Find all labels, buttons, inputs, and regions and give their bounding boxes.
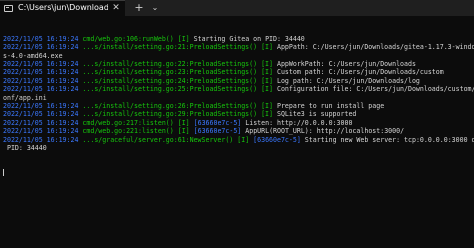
title-bar: C:\Users\jun\Downloads\g ✕ + ⌄ bbox=[0, 0, 474, 16]
log-line: 2022/11/05 16:19:24 ...s/install/setting… bbox=[3, 110, 471, 118]
log-source: ...s/install/setting.go:26:PreloadSettin… bbox=[82, 101, 258, 110]
log-source: ...s/install/setting.go:29:PreloadSettin… bbox=[82, 110, 258, 119]
log-timestamp: 2022/11/05 16:19:24 bbox=[3, 110, 79, 119]
console-output[interactable]: 2022/11/05 16:19:24 cmd/web.go:106:runWe… bbox=[3, 18, 474, 194]
log-request-id: [63660e7c-5] bbox=[193, 118, 242, 127]
log-message: PID: 34440 bbox=[3, 143, 47, 152]
terminal-window: C:\Users\jun\Downloads\g ✕ + ⌄ 2022/11/0… bbox=[0, 0, 474, 248]
log-line: 2022/11/05 16:19:24 ...s/install/setting… bbox=[3, 77, 471, 85]
log-level: [I] bbox=[261, 101, 273, 110]
log-timestamp: 2022/11/05 16:19:24 bbox=[3, 85, 79, 94]
tab-title: C:\Users\jun\Downloads\g bbox=[18, 3, 108, 12]
log-level: [I] bbox=[261, 76, 273, 85]
log-source: cmd/web.go:217:listen() bbox=[82, 118, 174, 127]
log-line-continuation: onf/app.ini bbox=[3, 94, 471, 102]
log-message: onf/app.ini bbox=[3, 93, 47, 102]
log-message: AppURL(ROOT_URL): http://localhost:3000/ bbox=[245, 127, 405, 136]
log-source: ...s/install/setting.go:22:PreloadSettin… bbox=[82, 59, 258, 68]
log-level: [I] bbox=[177, 118, 190, 127]
terminal-icon bbox=[4, 5, 13, 12]
log-message: Custom path: C:/Users/jun/Downloads/cust… bbox=[276, 68, 444, 77]
log-source: ...s/graceful/server.go:61:NewServer() bbox=[82, 135, 234, 144]
log-source: ...s/install/setting.go:21:PreloadSettin… bbox=[82, 43, 258, 52]
close-tab-icon[interactable]: ✕ bbox=[110, 2, 122, 15]
log-line-continuation: s-4.0-amd64.exe bbox=[3, 52, 471, 60]
log-line: 2022/11/05 16:19:24 ...s/install/setting… bbox=[3, 60, 471, 68]
log-message: SQLite3 is supported bbox=[276, 110, 357, 119]
log-level: [I] bbox=[261, 59, 273, 68]
log-source: cmd/web.go:221:listen() bbox=[82, 127, 174, 136]
terminal-tab[interactable]: C:\Users\jun\Downloads\g ✕ bbox=[0, 0, 125, 16]
log-line: 2022/11/05 16:19:24 cmd/web.go:106:runWe… bbox=[3, 35, 471, 43]
log-timestamp: 2022/11/05 16:19:24 bbox=[3, 135, 79, 144]
log-timestamp: 2022/11/05 16:19:24 bbox=[3, 101, 79, 110]
log-message: Prepare to run install page bbox=[276, 101, 385, 110]
log-timestamp: 2022/11/05 16:19:24 bbox=[3, 59, 79, 68]
log-level: [I] bbox=[237, 135, 250, 144]
log-line: 2022/11/05 16:19:24 ...s/install/setting… bbox=[3, 43, 474, 52]
log-timestamp: 2022/11/05 16:19:24 bbox=[3, 68, 79, 77]
log-timestamp: 2022/11/05 16:19:24 bbox=[3, 127, 79, 136]
log-source: ...s/install/setting.go:24:PreloadSettin… bbox=[82, 76, 258, 85]
text-cursor bbox=[3, 169, 4, 177]
log-timestamp: 2022/11/05 16:19:24 bbox=[3, 43, 79, 52]
new-tab-button[interactable]: + bbox=[132, 1, 146, 14]
log-level: [I] bbox=[177, 127, 190, 136]
log-source: cmd/web.go:106:runWeb() bbox=[82, 34, 174, 43]
log-line: 2022/11/05 16:19:24 cmd/web.go:217:liste… bbox=[3, 119, 471, 127]
log-timestamp: 2022/11/05 16:19:24 bbox=[3, 118, 79, 127]
log-level: [I] bbox=[261, 68, 273, 77]
log-message: s-4.0-amd64.exe bbox=[3, 51, 63, 60]
log-line-continuation: PID: 34440 bbox=[3, 144, 471, 152]
log-level: [I] bbox=[261, 85, 273, 94]
log-line: 2022/11/05 16:19:24 ...s/install/setting… bbox=[3, 102, 471, 110]
log-level: [I] bbox=[177, 34, 190, 43]
log-request-id: [63660e7c-5] bbox=[193, 127, 242, 136]
prompt-line bbox=[3, 169, 471, 177]
log-timestamp: 2022/11/05 16:19:24 bbox=[3, 76, 79, 85]
log-message: Configuration file: C:/Users/jun/Downloa… bbox=[276, 85, 474, 94]
log-line: 2022/11/05 16:19:24 ...s/install/setting… bbox=[3, 85, 474, 94]
log-message: Log path: C:/Users/jun/Downloads/log bbox=[276, 76, 420, 85]
log-source: ...s/install/setting.go:25:PreloadSettin… bbox=[82, 85, 258, 94]
tab-dropdown-button[interactable]: ⌄ bbox=[149, 1, 161, 14]
log-message: Starting Gitea on PID: 34440 bbox=[193, 34, 305, 43]
log-message: AppWorkPath: C:/Users/jun/Downloads bbox=[276, 59, 416, 68]
log-line: 2022/11/05 16:19:24 ...s/install/setting… bbox=[3, 68, 471, 76]
log-line: 2022/11/05 16:19:24 ...s/graceful/server… bbox=[3, 135, 474, 144]
log-message: Starting new Web server: tcp:0.0.0.0:300… bbox=[304, 135, 474, 144]
log-level: [I] bbox=[261, 43, 273, 52]
log-source: ...s/install/setting.go:23:PreloadSettin… bbox=[82, 68, 258, 77]
log-message: AppPath: C:/Users/jun/Downloads/gitea-1.… bbox=[276, 43, 474, 52]
log-message: Listen: http://0.0.0.0:3000 bbox=[245, 118, 353, 127]
log-timestamp: 2022/11/05 16:19:24 bbox=[3, 34, 79, 43]
log-line: 2022/11/05 16:19:24 cmd/web.go:221:liste… bbox=[3, 127, 471, 135]
log-request-id: [63660e7c-5] bbox=[253, 135, 301, 144]
log-level: [I] bbox=[261, 110, 273, 119]
